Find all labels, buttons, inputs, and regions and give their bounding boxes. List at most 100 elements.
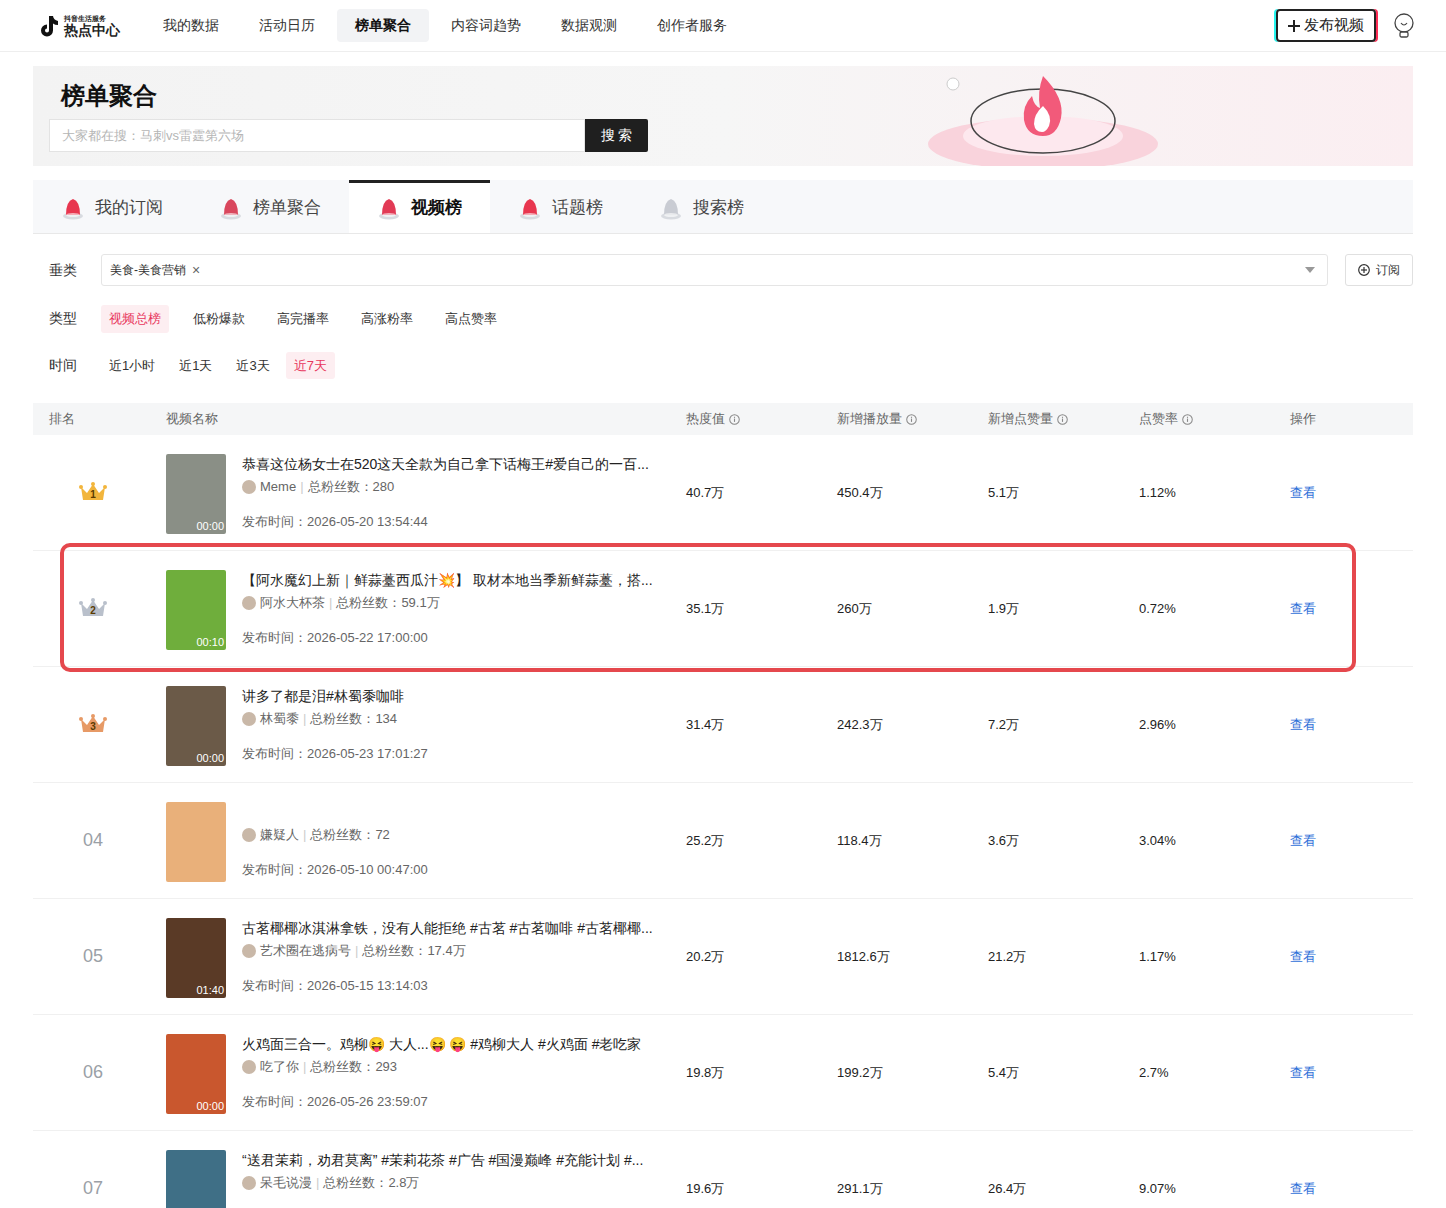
- table-row[interactable]: 300:00讲多了都是泪#林蜀黍咖啡林蜀黍|总粉丝数：134发布时间：2026-…: [33, 667, 1413, 783]
- heat-cell: 35.1万: [686, 551, 837, 666]
- video-thumbnail[interactable]: 00:00: [166, 1034, 226, 1114]
- likes-cell: 26.4万: [988, 1131, 1139, 1208]
- table-row[interactable]: 06 00:00 火鸡面三合一。鸡柳😝 大人...😝 😝 #鸡柳大人 #火鸡面 #老…: [33, 1015, 1413, 1131]
- author-name[interactable]: 阿水大杯茶: [260, 593, 325, 613]
- author-name[interactable]: 嫌疑人: [260, 825, 299, 845]
- logo[interactable]: 抖音生活服务热点中心: [38, 14, 145, 38]
- info-icon: [906, 414, 917, 425]
- video-thumbnail[interactable]: 01:40: [166, 918, 226, 998]
- author-name[interactable]: 林蜀黍: [260, 709, 299, 729]
- video-title[interactable]: “送君茉莉，劝君莫离” #茉莉花茶 #广告 #国漫巅峰 #充能计划 #...: [242, 1150, 686, 1170]
- author-avatar: [242, 1060, 256, 1074]
- time-option[interactable]: 近1小时: [101, 352, 163, 380]
- author-name[interactable]: 吃了你: [260, 1057, 299, 1077]
- type-option[interactable]: 高点赞率: [437, 305, 505, 333]
- video-title[interactable]: 恭喜这位杨女士在520这天全款为自己拿下话梅王#爱自己的一百...: [242, 454, 686, 474]
- fans-count: 总粉丝数：17.4万: [362, 941, 465, 961]
- tab[interactable]: 榜单聚合: [191, 180, 349, 233]
- video-title[interactable]: 火鸡面三合一。鸡柳😝 大人...😝 😝 #鸡柳大人 #火鸡面 #老吃家: [242, 1034, 686, 1054]
- tab[interactable]: 话题榜: [490, 180, 631, 233]
- highlight-frame: [60, 543, 1356, 672]
- rank-number: 2: [90, 605, 96, 617]
- nav-item[interactable]: 我的数据: [145, 9, 237, 42]
- nav-item[interactable]: 榜单聚合: [337, 9, 429, 42]
- avatar-icon[interactable]: [1392, 12, 1416, 40]
- view-link[interactable]: 查看: [1290, 1063, 1316, 1083]
- plays-cell: 118.4万: [837, 783, 988, 898]
- search-button[interactable]: 搜 索: [585, 119, 648, 152]
- fans-count: 总粉丝数：2.8万: [323, 1173, 419, 1193]
- time-option[interactable]: 近1天: [171, 352, 220, 380]
- column-header: 新增播放量: [837, 409, 988, 429]
- category-select[interactable]: 美食-美食营销×: [101, 254, 1328, 286]
- video-thumbnail[interactable]: 00:00: [166, 454, 226, 534]
- type-option[interactable]: 低粉爆款: [185, 305, 253, 333]
- table-row[interactable]: 0501:40古茗椰椰冰淇淋拿铁，没有人能拒绝 #古茗 #古茗咖啡 #古茗椰椰.…: [33, 899, 1413, 1015]
- rank-number: 06: [83, 1059, 103, 1086]
- author-line: 嫌疑人|总粉丝数：72: [242, 825, 686, 845]
- table-row[interactable]: 2 00:10 【阿水魔幻上新｜鲜蒜薹西瓜汁💥】 取材本地当季新鲜蒜薹，搭... 阿水…: [33, 551, 1413, 667]
- type-option[interactable]: 高完播率: [269, 305, 337, 333]
- publish-time: 发布时间：2026-05-26 23:59:07: [242, 1092, 686, 1112]
- tab-icon: [219, 195, 243, 221]
- author-name[interactable]: 艺术圈在逃病号: [260, 941, 351, 961]
- nav-item[interactable]: 内容词趋势: [433, 9, 539, 42]
- publish-button[interactable]: 发布视频: [1276, 9, 1376, 42]
- action-cell: 查看: [1290, 1131, 1413, 1208]
- nav-item[interactable]: 数据观测: [543, 9, 635, 42]
- plays-cell: 199.2万: [837, 1015, 988, 1130]
- nav-item[interactable]: 创作者服务: [639, 9, 745, 42]
- view-link[interactable]: 查看: [1290, 831, 1316, 851]
- rank-crown: 2: [78, 597, 108, 621]
- tab[interactable]: 我的订阅: [33, 180, 191, 233]
- video-thumbnail[interactable]: 00:10: [166, 570, 226, 650]
- tab[interactable]: 搜索榜: [631, 180, 772, 233]
- fans-count: 总粉丝数：280: [308, 477, 395, 497]
- video-duration: 00:10: [196, 635, 224, 649]
- video-thumbnail[interactable]: [166, 802, 226, 882]
- video-cell: 00:00讲多了都是泪#林蜀黍咖啡林蜀黍|总粉丝数：134发布时间：2026-0…: [166, 667, 686, 782]
- tab-icon: [61, 195, 85, 221]
- table-row[interactable]: 1 00:00 恭喜这位杨女士在520这天全款为自己拿下话梅王#爱自己的一百... M…: [33, 435, 1413, 551]
- rate-cell: 9.07%: [1139, 1131, 1290, 1208]
- video-title[interactable]: 讲多了都是泪#林蜀黍咖啡: [242, 686, 686, 706]
- video-cell: 00:10 【阿水魔幻上新｜鲜蒜薹西瓜汁💥】 取材本地当季新鲜蒜薹，搭... 阿水大…: [166, 551, 686, 666]
- table-row[interactable]: 04嫌疑人|总粉丝数：72发布时间：2026-05-10 00:47:0025.…: [33, 783, 1413, 899]
- view-link[interactable]: 查看: [1290, 1179, 1316, 1199]
- publish-time: 发布时间：2026-05-22 17:00:00: [242, 628, 686, 648]
- type-option[interactable]: 视频总榜: [101, 305, 169, 333]
- author-name[interactable]: 呆毛说漫: [260, 1173, 312, 1193]
- tag-remove-button[interactable]: ×: [192, 260, 200, 281]
- filter-time-row: 时间近1小时近1天近3天近7天: [33, 352, 1413, 380]
- time-option[interactable]: 近3天: [228, 352, 277, 380]
- likes-cell: 5.1万: [988, 435, 1139, 550]
- rate-cell: 2.7%: [1139, 1015, 1290, 1130]
- video-thumbnail[interactable]: [166, 1150, 226, 1208]
- video-title[interactable]: 古茗椰椰冰淇淋拿铁，没有人能拒绝 #古茗 #古茗咖啡 #古茗椰椰...: [242, 918, 686, 938]
- video-thumbnail[interactable]: 00:00: [166, 686, 226, 766]
- nav-item[interactable]: 活动日历: [241, 9, 333, 42]
- view-link[interactable]: 查看: [1290, 483, 1316, 503]
- plays-cell: 450.4万: [837, 435, 988, 550]
- rank-number: 04: [83, 827, 103, 854]
- heat-cell: 25.2万: [686, 783, 837, 898]
- plus-icon: [1288, 20, 1300, 32]
- view-link[interactable]: 查看: [1290, 715, 1316, 735]
- logo-subtitle: 抖音生活服务: [64, 15, 120, 22]
- author-name[interactable]: Meme: [260, 477, 296, 497]
- publish-time: 发布时间：2026-05-15 13:14:03: [242, 976, 686, 996]
- subscribe-button[interactable]: 订阅: [1345, 254, 1413, 286]
- time-option[interactable]: 近7天: [286, 352, 335, 380]
- view-link[interactable]: 查看: [1290, 599, 1316, 619]
- video-title[interactable]: [242, 802, 686, 822]
- video-title[interactable]: 【阿水魔幻上新｜鲜蒜薹西瓜汁💥】 取材本地当季新鲜蒜薹，搭...: [242, 570, 686, 590]
- type-option[interactable]: 高涨粉率: [353, 305, 421, 333]
- search-input[interactable]: 大家都在搜：马刺vs雷霆第六场: [49, 119, 585, 152]
- rate-cell: 0.72%: [1139, 551, 1290, 666]
- rank-number: 3: [90, 721, 96, 733]
- nav: 我的数据活动日历榜单聚合内容词趋势数据观测创作者服务: [145, 9, 745, 42]
- table-row[interactable]: 07“送君茉莉，劝君莫离” #茉莉花茶 #广告 #国漫巅峰 #充能计划 #...…: [33, 1131, 1413, 1208]
- view-link[interactable]: 查看: [1290, 947, 1316, 967]
- tab[interactable]: 视频榜: [349, 180, 490, 233]
- rank-crown: 1: [78, 481, 108, 505]
